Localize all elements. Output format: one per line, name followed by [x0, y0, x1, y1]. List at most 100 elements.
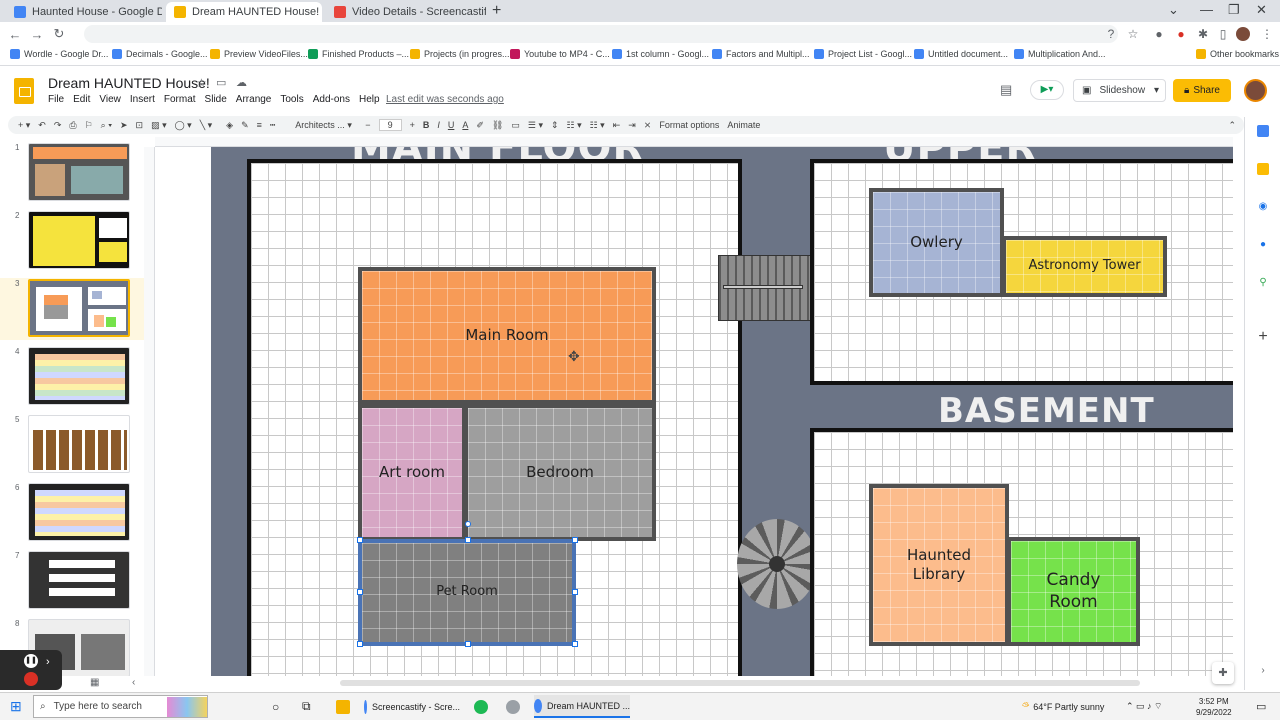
bookmark-star-icon[interactable]: ☆ — [1126, 27, 1140, 41]
weather-widget[interactable]: ⛅︎ 64°F Partly sunny — [1022, 695, 1104, 718]
bookmark-item[interactable]: Factors and Multipl... — [712, 49, 810, 59]
format-options-button[interactable]: Format options — [659, 120, 719, 130]
clear-formatting-icon[interactable]: ⨯ — [644, 120, 652, 131]
meet-icon[interactable]: ▶▾ — [1030, 80, 1064, 100]
add-addon-icon[interactable]: + — [1257, 329, 1269, 345]
line-spacing-icon[interactable]: ⇕ — [551, 120, 559, 131]
increase-font-icon[interactable]: + — [410, 120, 415, 130]
file-explorer-icon[interactable] — [336, 695, 355, 718]
bookmark-item[interactable]: Youtube to MP4 - C... — [510, 49, 610, 59]
tasks-icon[interactable]: ◉ — [1257, 201, 1269, 213]
animate-button[interactable]: Animate — [727, 120, 760, 130]
contacts-icon[interactable]: ● — [1257, 239, 1269, 251]
slide-thumbnail[interactable] — [28, 551, 130, 609]
bookmark-item[interactable]: Wordle - Google Dr... — [10, 49, 108, 59]
slide-thumbnail[interactable] — [28, 483, 130, 541]
notifications-icon[interactable]: ▭ — [1256, 695, 1266, 718]
bookmark-item[interactable]: 1st column - Googl... — [612, 49, 709, 59]
fill-color-icon[interactable]: ◈ — [226, 120, 233, 131]
taskbar-clock[interactable]: 3:52 PM 9/29/2022 — [1196, 696, 1232, 718]
cortana-icon[interactable]: ○ — [272, 695, 279, 718]
textbox-icon[interactable]: ⊡ — [136, 120, 144, 131]
address-bar[interactable] — [84, 25, 1118, 43]
other-bookmarks[interactable]: Other bookmarks — [1196, 49, 1279, 59]
profile-avatar[interactable] — [1236, 27, 1250, 41]
menu-file[interactable]: File — [48, 94, 64, 105]
explore-icon[interactable]: ✚ — [1212, 662, 1234, 684]
resize-handle[interactable] — [572, 537, 578, 543]
redo-icon[interactable]: ↷ — [54, 120, 62, 131]
menu-slide[interactable]: Slide — [205, 94, 227, 105]
tab-drive[interactable]: Haunted House - Google Drive ✕ — [6, 2, 162, 22]
new-slide-icon[interactable]: + ▾ — [18, 120, 30, 131]
menu-edit[interactable]: Edit — [73, 94, 90, 105]
link-icon[interactable]: ⛓ — [492, 120, 503, 131]
tab-search-icon[interactable]: ⌄ — [1168, 2, 1179, 18]
menu-arrange[interactable]: Arrange — [236, 94, 272, 105]
star-icon[interactable]: ☆ — [196, 76, 207, 90]
resize-handle[interactable] — [357, 537, 363, 543]
resize-handle[interactable] — [572, 589, 578, 595]
print-icon[interactable]: ⎙ — [69, 120, 76, 131]
menu-insert[interactable]: Insert — [130, 94, 155, 105]
collapse-filmstrip-icon[interactable]: ‹ — [132, 677, 135, 688]
image-icon[interactable]: ▨ ▾ — [151, 120, 167, 131]
undo-icon[interactable]: ↶ — [38, 120, 46, 131]
windows-start-icon[interactable]: ⊞ — [10, 698, 22, 715]
font-select[interactable]: Architects ... ▾ — [295, 120, 357, 131]
highlight-icon[interactable]: ✐ — [476, 120, 484, 131]
italic-icon[interactable]: I — [437, 120, 440, 130]
spotify-icon[interactable] — [474, 695, 493, 718]
taskbar-search[interactable]: ⌕ Type here to search — [33, 695, 208, 718]
astronomy-tower[interactable]: Astronomy Tower — [1002, 236, 1167, 297]
candy-room[interactable]: Candy Room — [1007, 537, 1140, 646]
maps-icon[interactable]: ⚲ — [1257, 277, 1269, 289]
resize-handle[interactable] — [357, 589, 363, 595]
font-size-input[interactable]: 9 — [378, 119, 402, 131]
key-icon[interactable]: ? — [1104, 27, 1118, 41]
tab-screencastify[interactable]: Video Details - Screencastify ✕ — [326, 2, 486, 22]
menu-view[interactable]: View — [99, 94, 121, 105]
rotate-handle[interactable] — [465, 521, 471, 527]
numbered-list-icon[interactable]: ☷ ▾ — [590, 120, 605, 131]
expand-recorder-icon[interactable]: › — [46, 656, 50, 668]
collapse-toolbar-icon[interactable]: ⌃ — [1228, 120, 1236, 131]
slides-logo-icon[interactable] — [14, 78, 34, 104]
pause-icon[interactable]: ❚❚ — [24, 654, 38, 668]
main-room[interactable]: Main Room — [358, 267, 656, 404]
close-window-button[interactable]: ✕ — [1256, 2, 1267, 18]
minimize-button[interactable]: — — [1200, 2, 1213, 17]
expand-panel-icon[interactable]: › — [1257, 665, 1269, 677]
border-color-icon[interactable]: ✎ — [241, 120, 249, 131]
menu-format[interactable]: Format — [164, 94, 196, 105]
bookmark-item[interactable]: Preview VideoFiles... — [210, 49, 308, 59]
new-tab-button[interactable]: + — [492, 2, 501, 20]
calendar-icon[interactable] — [1257, 125, 1269, 137]
underline-icon[interactable]: U — [448, 120, 455, 130]
stop-recording-icon[interactable] — [24, 672, 38, 686]
slideshow-button[interactable]: ▣ Slideshow ▾ — [1073, 79, 1166, 102]
extension-icon[interactable]: ● — [1174, 27, 1188, 41]
back-icon[interactable]: ← — [4, 27, 26, 42]
bookmark-item[interactable]: Finished Products –... — [308, 49, 409, 59]
increase-indent-icon[interactable]: ⇥ — [628, 120, 636, 131]
tab-slides[interactable]: Dream HAUNTED House! - Goog ✕ — [166, 2, 322, 22]
puzzle-icon[interactable]: ✱ — [1196, 27, 1210, 41]
slide-thumbnail[interactable] — [28, 347, 130, 405]
comment-icon[interactable]: ▭ — [511, 120, 520, 131]
slide-thumbnail[interactable] — [28, 211, 130, 269]
share-button[interactable]: 🔒︎ Share — [1173, 79, 1231, 102]
keep-icon[interactable] — [1257, 163, 1269, 175]
floor-plan-slide[interactable]: MAIN FLOOR Main Room Art room Bedroom Pe… — [155, 147, 1233, 676]
taskbar-slides[interactable]: Dream HAUNTED ... — [534, 695, 630, 718]
haunted-library[interactable]: Haunted Library — [869, 484, 1009, 646]
align-icon[interactable]: ☰ ▾ — [528, 120, 543, 131]
horizontal-scrollbar[interactable] — [340, 680, 1140, 686]
bookmark-item[interactable]: Multiplication And... — [1014, 49, 1106, 59]
zoom-icon[interactable]: ⌕ ▾ — [101, 120, 112, 131]
border-dash-icon[interactable]: ┅ — [270, 120, 275, 131]
decrease-font-icon[interactable]: − — [365, 120, 370, 130]
line-icon[interactable]: ╲ ▾ — [200, 120, 212, 131]
owlery[interactable]: Owlery — [869, 188, 1004, 297]
pet-room[interactable]: Pet Room — [358, 539, 576, 646]
